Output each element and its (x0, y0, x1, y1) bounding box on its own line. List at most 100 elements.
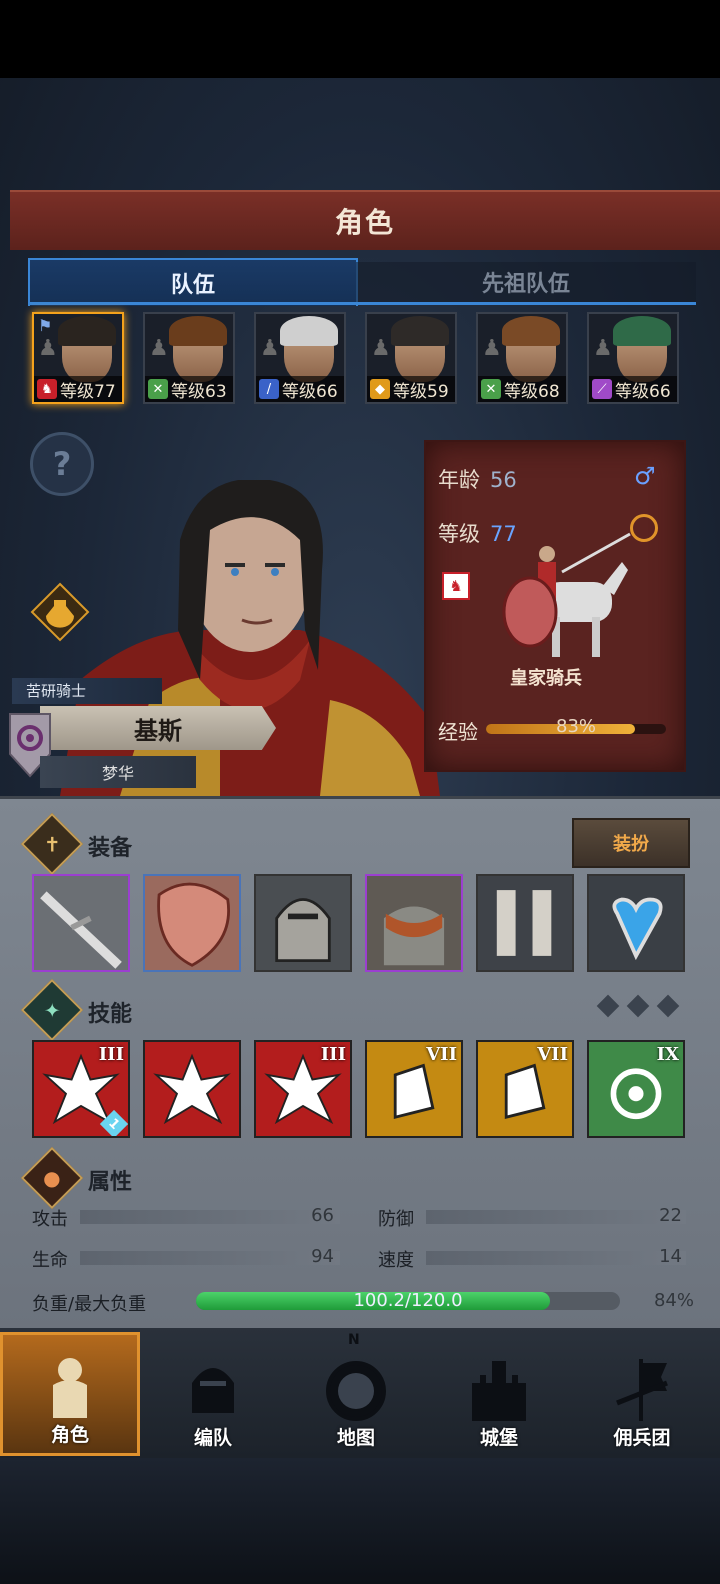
defense-value: 22 (659, 1205, 682, 1226)
nav-label: 地图 (336, 1427, 375, 1449)
member-level: 等级63 (171, 381, 227, 402)
screen-title: 角色 (334, 206, 395, 239)
knight-icon (53, 1358, 87, 1418)
skills-title: 技能 (88, 1002, 133, 1027)
nav-compass-map[interactable]: N 地图 (286, 1332, 426, 1456)
member-level-strip: ✕ 等级68 (478, 376, 566, 402)
member-level-strip: / 等级66 (256, 376, 344, 402)
helmet-icon (275, 898, 331, 963)
horse-icon: ♞ (37, 379, 57, 399)
leader-flag-icon: ⚑ (38, 316, 53, 335)
equipment-slot[interactable] (365, 874, 463, 972)
lance-icon (40, 891, 122, 969)
speed-value: 14 (659, 1246, 682, 1267)
hero-name[interactable]: 基斯 (40, 706, 276, 750)
amulet-icon (612, 897, 663, 961)
party-member-portrait[interactable]: ⚑ ♟ ♞ 等级77 (32, 312, 124, 404)
skill-slot[interactable]: VII (476, 1040, 574, 1138)
skill-rank: VII (537, 1044, 568, 1065)
bow-icon: ✕ (481, 379, 501, 399)
nav-castle[interactable]: 城堡 (429, 1332, 569, 1456)
exp-percent: 83% (556, 716, 597, 737)
nav-label: 城堡 (479, 1427, 518, 1449)
banner-icon (616, 1359, 668, 1421)
equipment-title: 装备 (88, 836, 133, 861)
age-label: 年龄 (438, 468, 480, 492)
load-percent: 84% (653, 1290, 694, 1311)
skill-slot[interactable]: III 1 (32, 1040, 130, 1138)
equipment-slot[interactable] (587, 874, 685, 972)
bottom-black-bar (0, 1458, 720, 1584)
tab-ancestor-team[interactable]: 先祖队伍 (356, 262, 696, 302)
exp-label: 经验 (438, 720, 478, 744)
helmet-icon (192, 1368, 234, 1413)
skill-rank: III (98, 1044, 124, 1065)
skill-rank: VII (426, 1044, 457, 1065)
burst-icon (153, 1053, 231, 1125)
member-level: 等级66 (615, 381, 671, 402)
attack-label: 攻击 (32, 1209, 68, 1230)
load-value: 100.2/120.0 (353, 1290, 463, 1311)
staff-icon: ⟋ (592, 379, 612, 399)
hp-value: 94 (311, 1246, 334, 1267)
speed-label: 速度 (378, 1250, 414, 1271)
boots-icon (496, 890, 552, 956)
equipment-slot[interactable] (476, 874, 574, 972)
bow-icon: ✕ (148, 379, 168, 399)
skill-rank: IX (656, 1044, 679, 1065)
tab-team[interactable]: 队伍 (28, 258, 358, 306)
male-icon: ♂ (634, 462, 656, 490)
party-member-portrait[interactable]: ♟ ✕ 等级63 (143, 312, 235, 404)
defense-label: 防御 (378, 1209, 414, 1230)
sword-icon: / (259, 379, 279, 399)
member-level: 等级68 (504, 381, 560, 402)
horse-icon: ♞ (442, 572, 470, 600)
nav-label: 角色 (50, 1424, 89, 1446)
hp-label: 生命 (32, 1250, 68, 1271)
member-level: 等级66 (282, 381, 338, 402)
member-level: 等级59 (393, 381, 449, 402)
equipment-slot[interactable] (32, 874, 130, 972)
load-label: 负重/最大负重 (32, 1294, 147, 1315)
shield-icon: ◆ (370, 379, 390, 399)
member-hair (613, 316, 671, 346)
member-level-strip: ✕ 等级63 (145, 376, 233, 402)
costume-button[interactable]: 装扮 (572, 818, 690, 868)
compass-north-label: N (348, 1332, 360, 1348)
level-label: 等级 (438, 522, 480, 546)
skill-rank: III (320, 1044, 346, 1065)
shield-icon (157, 882, 230, 967)
skill-slot[interactable] (143, 1040, 241, 1138)
member-level-strip: ⟋ 等级66 (589, 376, 677, 402)
party-member-portrait[interactable]: ♟ ⟋ 等级66 (587, 312, 679, 404)
party-member-portrait[interactable]: ♟ ◆ 等级59 (365, 312, 457, 404)
compass-map-icon (326, 1361, 386, 1421)
attack-value: 66 (311, 1205, 334, 1226)
skill-slot[interactable]: IX (587, 1040, 685, 1138)
member-hair (169, 316, 227, 346)
age-row: 年龄 56 (438, 464, 517, 494)
equipment-slot[interactable] (254, 874, 352, 972)
skill-slot[interactable]: VII (365, 1040, 463, 1138)
member-hair (58, 316, 116, 346)
member-level: 等级77 (60, 381, 116, 402)
armor-icon (383, 906, 445, 966)
nav-helmet[interactable]: 编队 (143, 1332, 283, 1456)
attributes-title: 属性 (88, 1170, 133, 1195)
member-hair (391, 316, 449, 346)
hero-info-card: 年龄 56 ♂ 等级 77 ♞ 皇家骑兵 经验 83% (424, 440, 686, 772)
skill-slot[interactable]: III (254, 1040, 352, 1138)
nav-label: 佣兵团 (613, 1427, 671, 1449)
ring-icon (630, 514, 658, 542)
member-level-strip: ♞ 等级77 (34, 376, 122, 402)
party-member-portrait[interactable]: ♟ / 等级66 (254, 312, 346, 404)
screen-header: 角色 (10, 190, 720, 250)
top-black-bar (0, 0, 720, 78)
party-member-portrait[interactable]: ♟ ✕ 等级68 (476, 312, 568, 404)
nav-knight[interactable]: 角色 (0, 1332, 140, 1456)
member-hair (280, 316, 338, 346)
age-value: 56 (490, 468, 517, 492)
hero-title: 苦研骑士 (12, 678, 162, 704)
equipment-slot[interactable] (143, 874, 241, 972)
nav-banner[interactable]: 佣兵团 (572, 1332, 712, 1456)
